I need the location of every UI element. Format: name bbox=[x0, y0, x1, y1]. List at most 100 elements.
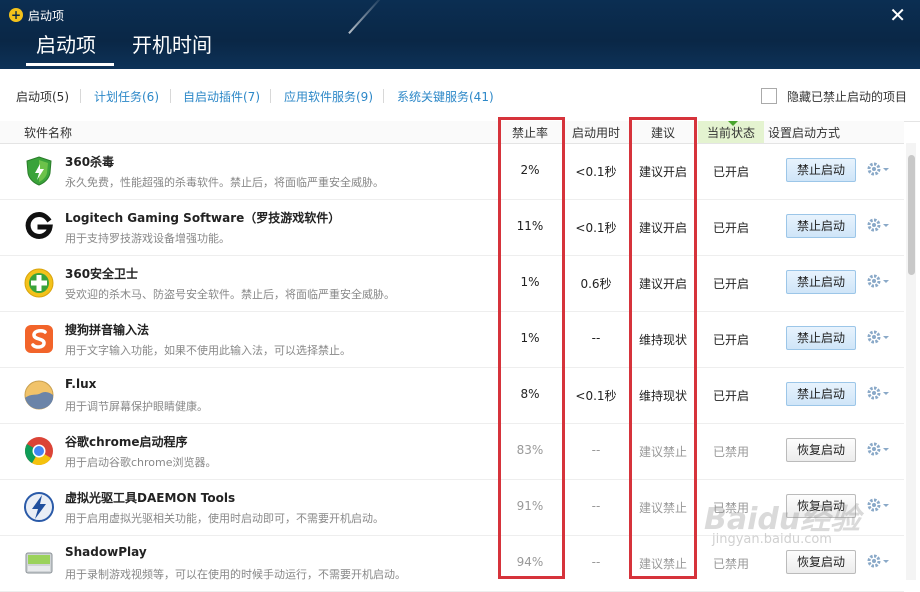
vertical-scrollbar[interactable] bbox=[906, 143, 916, 580]
disable-startup-button[interactable]: 禁止启动 bbox=[786, 158, 856, 182]
divider bbox=[383, 89, 384, 103]
sogou-icon bbox=[25, 325, 53, 353]
table-row: 搜狗拼音输入法 用于文字输入功能，如果不使用此输入法，可以选择禁止。 1% --… bbox=[0, 311, 904, 368]
item-description: 永久免费，性能超强的杀毒软件。禁止后，将面临严重安全威胁。 bbox=[65, 176, 384, 189]
active-tab-indicator bbox=[26, 63, 114, 66]
col-status[interactable]: 当前状态 bbox=[707, 124, 755, 141]
item-description: 用于启用虚拟光驱相关功能，使用时启动即可，不需要开机启动。 bbox=[65, 512, 384, 525]
subtab-scheduled-tasks[interactable]: 计划任务(6) bbox=[94, 88, 159, 105]
startup-time: <0.1秒 bbox=[575, 165, 617, 179]
subtab-startup[interactable]: 启动项(5) bbox=[16, 88, 69, 105]
table-header: 软件名称 禁止率 启动用时 建议 当前状态 设置启动方式 bbox=[0, 121, 904, 144]
table-row: Logitech Gaming Software（罗技游戏软件） 用于支持罗技游… bbox=[0, 199, 904, 256]
gear-dropdown-icon[interactable] bbox=[866, 329, 890, 345]
item-name: 虚拟光驱工具DAEMON Tools bbox=[65, 491, 236, 505]
gear-dropdown-icon[interactable] bbox=[866, 553, 890, 569]
gear-dropdown-icon[interactable] bbox=[866, 497, 890, 513]
shield-icon bbox=[26, 156, 52, 186]
current-status: 已开启 bbox=[712, 165, 749, 179]
item-description: 用于调节屏幕保护眼睛健康。 bbox=[65, 400, 208, 413]
category-tabs: 启动项(5) 计划任务(6) 自启动插件(7) 应用软件服务(9) 系统关键服务… bbox=[0, 69, 920, 122]
app-logo-icon: + bbox=[9, 8, 23, 22]
subtab-plugins[interactable]: 自启动插件(7) bbox=[183, 88, 260, 105]
divider bbox=[270, 89, 271, 103]
col-method: 设置启动方式 bbox=[768, 126, 841, 140]
item-name: 360安全卫士 bbox=[65, 267, 139, 281]
disable-rate: 11% bbox=[516, 219, 544, 233]
gear-dropdown-icon[interactable] bbox=[866, 441, 890, 457]
shadowplay-icon bbox=[25, 552, 53, 574]
flux-icon bbox=[24, 380, 54, 410]
gear-dropdown-icon[interactable] bbox=[866, 217, 890, 233]
advice: 建议开启 bbox=[638, 221, 687, 235]
item-name: Logitech Gaming Software（罗技游戏软件） bbox=[65, 211, 341, 225]
decorative-streak bbox=[348, 0, 385, 34]
item-name: 搜狗拼音输入法 bbox=[65, 323, 150, 337]
disable-rate: 94% bbox=[516, 555, 544, 569]
item-description: 用于文字输入功能，如果不使用此输入法，可以选择禁止。 bbox=[65, 344, 351, 357]
current-status: 已禁用 bbox=[712, 445, 749, 459]
col-advice[interactable]: 建议 bbox=[651, 124, 675, 141]
item-description: 用于支持罗技游戏设备增强功能。 bbox=[65, 232, 230, 245]
subtab-system-services[interactable]: 系统关键服务(41) bbox=[397, 88, 494, 105]
disable-rate: 8% bbox=[520, 387, 540, 401]
startup-time: -- bbox=[591, 331, 601, 345]
advice: 维持现状 bbox=[638, 333, 687, 347]
startup-time: 0.6秒 bbox=[580, 277, 612, 291]
col-time[interactable]: 启动用时 bbox=[572, 124, 620, 141]
item-name: 谷歌chrome启动程序 bbox=[65, 435, 188, 449]
startup-time: -- bbox=[591, 555, 601, 569]
current-status: 已开启 bbox=[712, 221, 749, 235]
item-name: ShadowPlay bbox=[65, 545, 147, 559]
current-status: 已开启 bbox=[712, 277, 749, 291]
hide-disabled-checkbox[interactable] bbox=[761, 88, 777, 104]
watermark-url: jingyan.baidu.com bbox=[712, 532, 832, 547]
divider bbox=[80, 89, 81, 103]
disable-startup-button[interactable]: 禁止启动 bbox=[786, 270, 856, 294]
disable-startup-button[interactable]: 禁止启动 bbox=[786, 214, 856, 238]
gear-dropdown-icon[interactable] bbox=[866, 273, 890, 289]
window-title: 启动项 bbox=[28, 9, 65, 23]
disable-rate: 2% bbox=[520, 163, 540, 177]
subtab-app-services[interactable]: 应用软件服务(9) bbox=[284, 88, 373, 105]
scroll-thumb[interactable] bbox=[908, 155, 915, 275]
item-description: 受欢迎的杀木马、防盗号安全软件。禁止后，将面临严重安全威胁。 bbox=[65, 288, 395, 301]
table-row: 谷歌chrome启动程序 用于启动谷歌chrome浏览器。 83% -- 建议禁… bbox=[0, 423, 904, 480]
gear-dropdown-icon[interactable] bbox=[866, 161, 890, 177]
disable-rate: 1% bbox=[520, 275, 540, 289]
col-name[interactable]: 软件名称 bbox=[24, 124, 72, 141]
gear-dropdown-icon[interactable] bbox=[866, 385, 890, 401]
table-row: F.lux 用于调节屏幕保护眼睛健康。 8% <0.1秒 维持现状 已开启 禁止… bbox=[0, 367, 904, 424]
disable-startup-button[interactable]: 禁止启动 bbox=[786, 326, 856, 350]
startup-time: -- bbox=[591, 443, 601, 457]
advice: 维持现状 bbox=[638, 389, 687, 403]
startup-time: <0.1秒 bbox=[575, 389, 617, 403]
logitech-icon bbox=[25, 211, 53, 239]
daemon-icon bbox=[24, 492, 54, 522]
disable-rate: 91% bbox=[516, 499, 544, 513]
disable-startup-button[interactable]: 禁止启动 bbox=[786, 382, 856, 406]
current-status: 已开启 bbox=[712, 389, 749, 403]
advice: 建议禁止 bbox=[638, 501, 687, 515]
current-status: 已禁用 bbox=[712, 557, 749, 571]
advice: 建议开启 bbox=[638, 165, 687, 179]
tab-boot-time[interactable]: 开机时间 bbox=[132, 32, 212, 58]
chrome-icon bbox=[25, 437, 53, 465]
disable-rate: 83% bbox=[516, 443, 544, 457]
restore-startup-button[interactable]: 恢复启动 bbox=[786, 550, 856, 574]
advice: 建议禁止 bbox=[638, 445, 687, 459]
close-icon[interactable]: ✕ bbox=[889, 4, 906, 26]
current-status: 已开启 bbox=[712, 333, 749, 347]
startup-time: <0.1秒 bbox=[575, 221, 617, 235]
startup-time: -- bbox=[591, 499, 601, 513]
advice: 建议禁止 bbox=[638, 557, 687, 571]
col-rate[interactable]: 禁止率 bbox=[512, 124, 548, 141]
advice: 建议开启 bbox=[638, 277, 687, 291]
restore-startup-button[interactable]: 恢复启动 bbox=[786, 438, 856, 462]
divider bbox=[170, 89, 171, 103]
tab-startup-items[interactable]: 启动项 bbox=[36, 32, 96, 58]
item-name: F.lux bbox=[65, 377, 97, 391]
title-bar: + 启动项 ✕ 启动项 开机时间 bbox=[0, 0, 920, 69]
disable-rate: 1% bbox=[520, 331, 540, 345]
item-description: 用于启动谷歌chrome浏览器。 bbox=[65, 456, 217, 469]
